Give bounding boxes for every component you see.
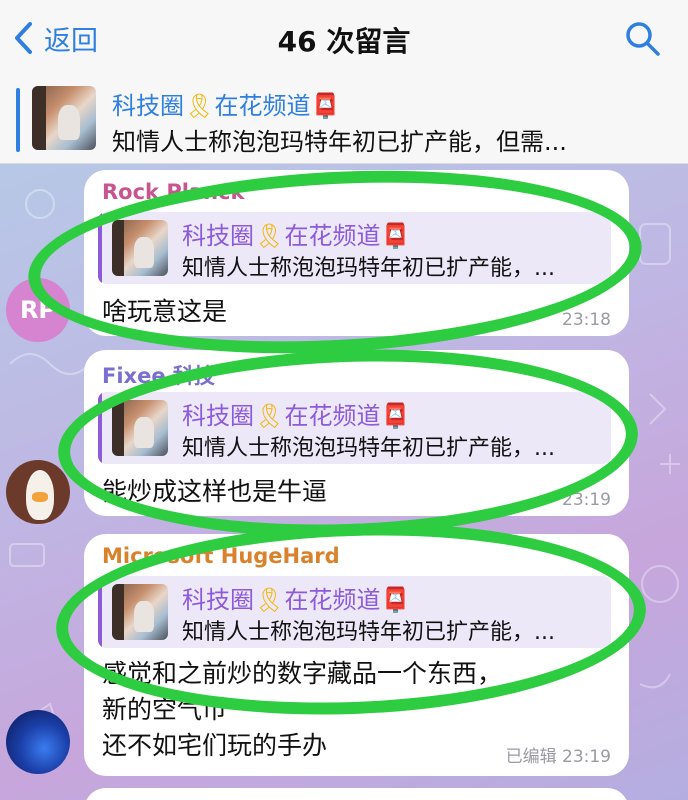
ribbon-icon: 🎗 (184, 92, 215, 120)
pinned-accent-bar (16, 88, 20, 152)
channel-name: 科技圈 (112, 92, 184, 120)
edited-label: 已编辑 (505, 747, 557, 767)
page-title: 46 次留言 (277, 25, 411, 58)
channel-suffix: 在花频道 (214, 92, 311, 120)
time-value: 23:19 (562, 747, 611, 767)
post-thumbnail (32, 86, 96, 150)
comment-thread[interactable]: RP Rock Planck 科技圈🎗在花频道📮 知情人士称泡泡玛特年初已扩产能… (0, 164, 688, 800)
original-post-preview[interactable]: 科技圈🎗在花频道📮 知情人士称泡泡玛特年初已扩产能，但需... (0, 76, 688, 164)
message-bubble-partial[interactable] (84, 788, 629, 800)
avatar[interactable] (6, 460, 70, 524)
message-line: 还不如宅们玩的手办 (102, 731, 328, 760)
message-time: 已编辑 23:19 (506, 742, 611, 767)
avatar[interactable] (6, 710, 70, 774)
pinned-channel-title: 科技圈🎗在花频道📮 (112, 86, 340, 121)
search-icon[interactable] (624, 20, 662, 58)
mailbox-icon: 📮 (310, 92, 341, 120)
top-nav-bar: 返回 46 次留言 (0, 0, 688, 76)
pinned-post-text: 知情人士称泡泡玛特年初已扩产能，但需... (112, 128, 567, 156)
message-time: 23:18 (562, 310, 611, 330)
